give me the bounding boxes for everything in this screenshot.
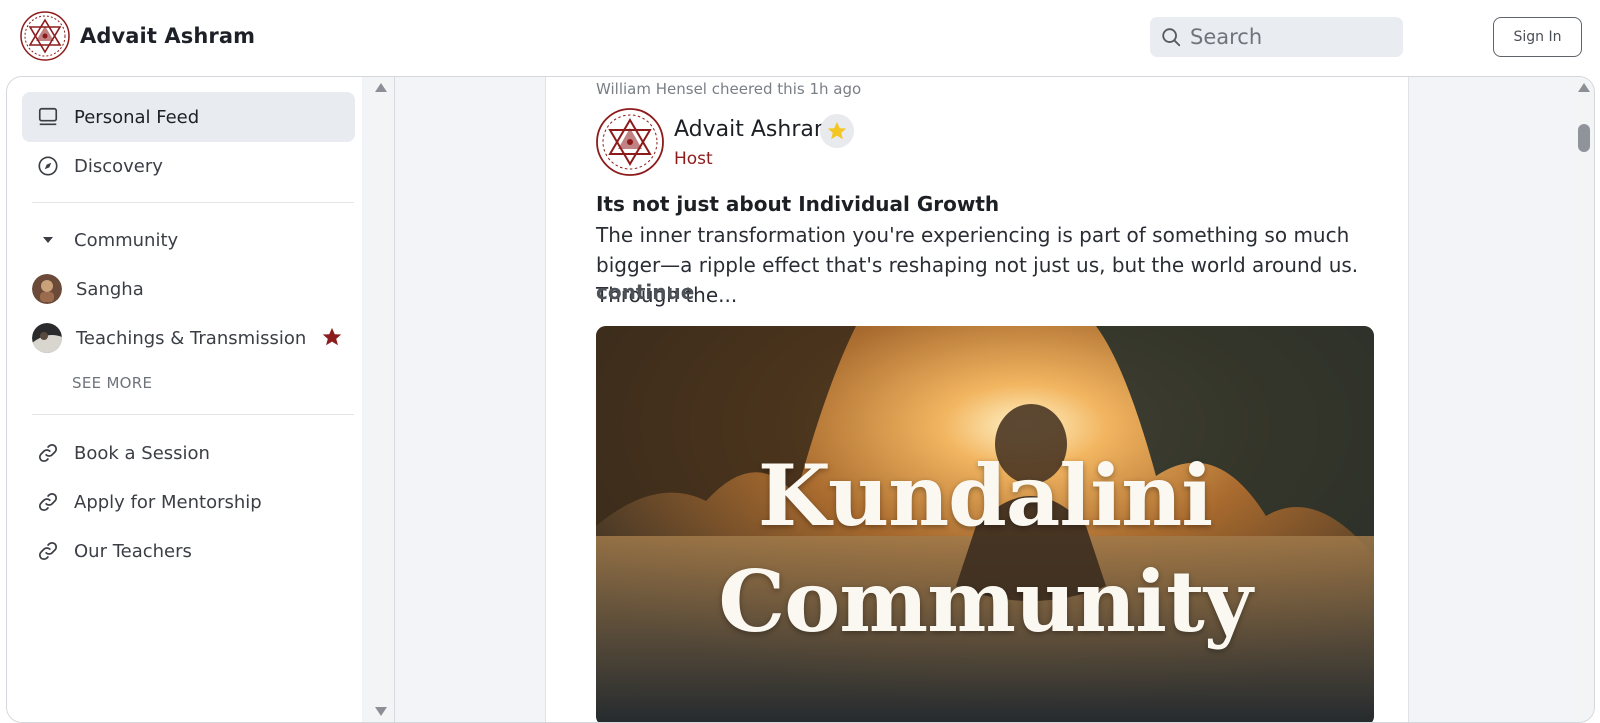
sidebar-item-personal-feed[interactable]: Personal Feed [22, 92, 355, 142]
image-title-line1: Kundalini [757, 446, 1213, 545]
brand[interactable]: Advait Ashram [20, 11, 255, 61]
sidebar-item-label: Our Teachers [74, 540, 192, 562]
post-title: Its not just about Individual Growth [596, 192, 1000, 216]
sidebar-item-sangha[interactable]: Sangha [22, 264, 355, 314]
star-icon [322, 327, 342, 346]
feed-area: William Hensel cheered this 1h ago Advai… [396, 77, 1579, 722]
sangha-avatar [32, 274, 62, 304]
link-icon [36, 539, 60, 563]
post-activity: William Hensel cheered this 1h ago [596, 80, 862, 98]
scroll-up-arrow[interactable] [1578, 83, 1590, 92]
continue-link[interactable]: continue [596, 280, 694, 304]
sidebar-divider [32, 202, 354, 203]
author-role: Host [674, 149, 713, 169]
search-box[interactable] [1150, 17, 1403, 57]
host-badge [820, 114, 854, 148]
feed-icon [36, 105, 60, 129]
main-scrollbar[interactable] [1574, 77, 1594, 722]
sidebar-link-teachers[interactable]: Our Teachers [22, 526, 355, 576]
sidebar-item-label: Personal Feed [74, 106, 200, 128]
sidebar-link-book-session[interactable]: Book a Session [22, 428, 355, 478]
post-image[interactable]: Kundalini Community [596, 326, 1374, 722]
ashram-logo [20, 11, 70, 61]
sidebar-item-label: Sangha [76, 278, 144, 300]
author-name[interactable]: Advait Ashram [674, 117, 835, 142]
app-frame: Personal Feed Discovery Community Sangha… [6, 76, 1595, 723]
sidebar: Personal Feed Discovery Community Sangha… [7, 77, 362, 722]
scrollbar-thumb[interactable] [1578, 124, 1590, 152]
post-body: The inner transformation you're experien… [596, 223, 1359, 307]
sidebar-item-label: Discovery [74, 155, 163, 177]
link-icon [36, 441, 60, 465]
teachings-avatar [32, 323, 62, 353]
scroll-up-arrow[interactable] [375, 83, 387, 92]
link-icon [36, 490, 60, 514]
top-bar: Advait Ashram Sign In [0, 0, 1600, 76]
caret-down-icon [36, 228, 60, 252]
sidebar-divider [32, 414, 354, 415]
search-input[interactable] [1190, 25, 1390, 49]
author-avatar[interactable] [596, 108, 664, 176]
sidebar-item-discovery[interactable]: Discovery [22, 141, 355, 191]
community-section-label: Community [74, 229, 179, 251]
compass-icon [36, 154, 60, 178]
post-card: William Hensel cheered this 1h ago Advai… [545, 77, 1409, 722]
sidebar-item-label: Teachings & Transmission [76, 327, 307, 349]
brand-name: Advait Ashram [80, 24, 256, 48]
image-title-line2: Community [718, 552, 1252, 651]
sidebar-item-teachings[interactable]: Teachings & Transmission [22, 313, 355, 363]
sidebar-scrollbar[interactable] [369, 77, 395, 722]
sidebar-item-label: Book a Session [74, 442, 210, 464]
community-section-toggle[interactable]: Community [22, 215, 355, 265]
see-more-link[interactable]: SEE MORE [72, 374, 152, 392]
sign-in-button[interactable]: Sign In [1493, 17, 1582, 57]
scroll-down-arrow[interactable] [375, 707, 387, 716]
star-badge-icon [827, 121, 847, 140]
sidebar-link-mentorship[interactable]: Apply for Mentorship [22, 477, 355, 527]
search-icon [1162, 28, 1181, 47]
sidebar-item-label: Apply for Mentorship [74, 491, 262, 513]
